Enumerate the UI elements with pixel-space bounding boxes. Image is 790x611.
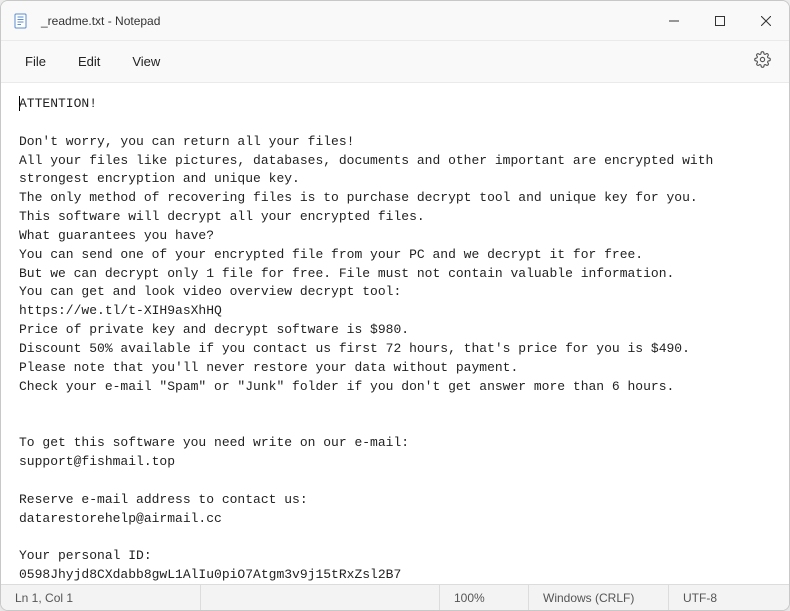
status-encoding[interactable]: UTF-8 [669,585,789,610]
settings-button[interactable] [745,45,779,79]
menu-view[interactable]: View [118,48,174,75]
text-editor-area[interactable]: ATTENTION! Don't worry, you can return a… [1,83,789,584]
close-button[interactable] [743,1,789,41]
menubar: File Edit View [1,41,789,83]
status-zoom[interactable]: 100% [439,585,529,610]
window-title: _readme.txt - Notepad [41,14,160,28]
document-text: ATTENTION! Don't worry, you can return a… [19,96,721,582]
gear-icon [754,51,771,73]
status-line-ending[interactable]: Windows (CRLF) [529,585,669,610]
maximize-button[interactable] [697,1,743,41]
status-position: Ln 1, Col 1 [1,585,201,610]
statusbar: Ln 1, Col 1 100% Windows (CRLF) UTF-8 [1,584,789,610]
titlebar: _readme.txt - Notepad [1,1,789,41]
menu-file[interactable]: File [11,48,60,75]
notepad-app-icon [13,13,29,29]
notepad-window: _readme.txt - Notepad File Edit View ATT… [0,0,790,611]
menu-edit[interactable]: Edit [64,48,114,75]
minimize-button[interactable] [651,1,697,41]
